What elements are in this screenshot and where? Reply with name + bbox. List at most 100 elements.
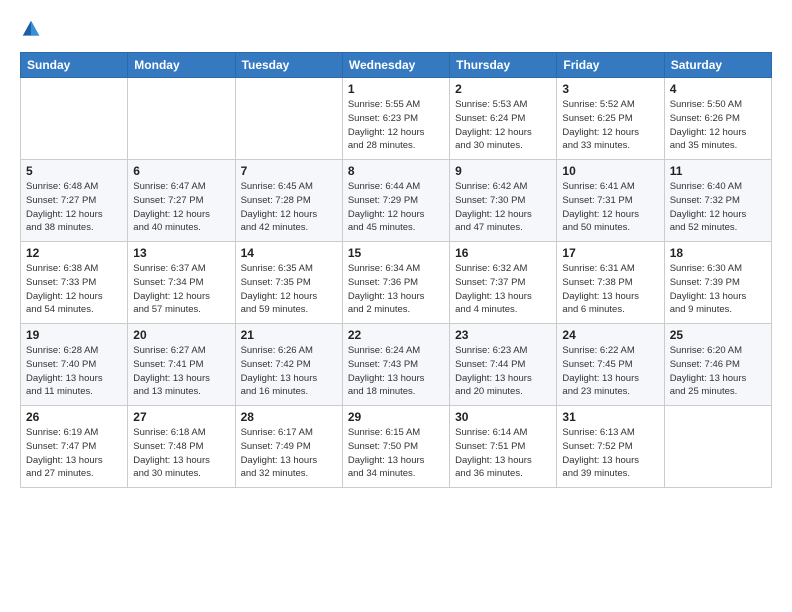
day-number: 25: [670, 328, 766, 342]
day-number: 4: [670, 82, 766, 96]
calendar-cell: 5Sunrise: 6:48 AM Sunset: 7:27 PM Daylig…: [21, 160, 128, 242]
day-info: Sunrise: 6:41 AM Sunset: 7:31 PM Dayligh…: [562, 180, 658, 235]
day-info: Sunrise: 6:30 AM Sunset: 7:39 PM Dayligh…: [670, 262, 766, 317]
calendar-cell: 10Sunrise: 6:41 AM Sunset: 7:31 PM Dayli…: [557, 160, 664, 242]
calendar-cell: 12 Sunrise: 6:38 AM Sunset: 7:33 PM Dayli…: [21, 242, 128, 324]
calendar-header-row: SundayMondayTuesdayWednesdayThursdayFrid…: [21, 53, 772, 78]
day-info: Sunrise: 6:18 AM Sunset: 7:48 PM Dayligh…: [133, 426, 229, 481]
calendar-cell: 19 Sunrise: 6:28 AM Sunset: 7:40 PM Dayli…: [21, 324, 128, 406]
calendar-cell: 28Sunrise: 6:17 AM Sunset: 7:49 PM Dayli…: [235, 406, 342, 488]
calendar-cell: 23 Sunrise: 6:23 AM Sunset: 7:44 PM Dayli…: [450, 324, 557, 406]
day-header-tuesday: Tuesday: [235, 53, 342, 78]
day-number: 13: [133, 246, 229, 260]
calendar-cell: 24 Sunrise: 6:22 AM Sunset: 7:45 PM Dayli…: [557, 324, 664, 406]
logo: [20, 18, 46, 40]
day-number: 16: [455, 246, 551, 260]
calendar-week-5: 26 Sunrise: 6:19 AM Sunset: 7:47 PM Dayli…: [21, 406, 772, 488]
day-number: 15: [348, 246, 444, 260]
day-number: 27: [133, 410, 229, 424]
day-number: 17: [562, 246, 658, 260]
calendar-cell: 8 Sunrise: 6:44 AM Sunset: 7:29 PM Daylig…: [342, 160, 449, 242]
calendar-cell: 9 Sunrise: 6:42 AM Sunset: 7:30 PM Daylig…: [450, 160, 557, 242]
calendar-cell: 16 Sunrise: 6:32 AM Sunset: 7:37 PM Dayli…: [450, 242, 557, 324]
day-info: Sunrise: 6:38 AM Sunset: 7:33 PM Dayligh…: [26, 262, 122, 317]
calendar-cell: 21Sunrise: 6:26 AM Sunset: 7:42 PM Dayli…: [235, 324, 342, 406]
calendar-cell: 4 Sunrise: 5:50 AM Sunset: 6:26 PM Daylig…: [664, 78, 771, 160]
day-info: Sunrise: 6:27 AM Sunset: 7:41 PM Dayligh…: [133, 344, 229, 399]
calendar-cell: 20 Sunrise: 6:27 AM Sunset: 7:41 PM Dayli…: [128, 324, 235, 406]
day-number: 9: [455, 164, 551, 178]
page: SundayMondayTuesdayWednesdayThursdayFrid…: [0, 0, 792, 612]
day-number: 1: [348, 82, 444, 96]
day-info: Sunrise: 6:13 AM Sunset: 7:52 PM Dayligh…: [562, 426, 658, 481]
day-number: 31: [562, 410, 658, 424]
day-info: Sunrise: 5:50 AM Sunset: 6:26 PM Dayligh…: [670, 98, 766, 153]
calendar-cell: 31 Sunrise: 6:13 AM Sunset: 7:52 PM Dayli…: [557, 406, 664, 488]
calendar-week-2: 5Sunrise: 6:48 AM Sunset: 7:27 PM Daylig…: [21, 160, 772, 242]
day-info: Sunrise: 5:52 AM Sunset: 6:25 PM Dayligh…: [562, 98, 658, 153]
day-number: 2: [455, 82, 551, 96]
calendar-cell: 11 Sunrise: 6:40 AM Sunset: 7:32 PM Dayli…: [664, 160, 771, 242]
day-number: 3: [562, 82, 658, 96]
calendar-cell: 27 Sunrise: 6:18 AM Sunset: 7:48 PM Dayli…: [128, 406, 235, 488]
day-info: Sunrise: 6:32 AM Sunset: 7:37 PM Dayligh…: [455, 262, 551, 317]
calendar-cell: 1 Sunrise: 5:55 AM Sunset: 6:23 PM Daylig…: [342, 78, 449, 160]
calendar-cell: 18 Sunrise: 6:30 AM Sunset: 7:39 PM Dayli…: [664, 242, 771, 324]
day-number: 8: [348, 164, 444, 178]
day-info: Sunrise: 6:26 AM Sunset: 7:42 PM Dayligh…: [241, 344, 337, 399]
calendar-week-3: 12 Sunrise: 6:38 AM Sunset: 7:33 PM Dayli…: [21, 242, 772, 324]
calendar-cell: 14 Sunrise: 6:35 AM Sunset: 7:35 PM Dayli…: [235, 242, 342, 324]
day-info: Sunrise: 6:48 AM Sunset: 7:27 PM Dayligh…: [26, 180, 122, 235]
day-info: Sunrise: 6:20 AM Sunset: 7:46 PM Dayligh…: [670, 344, 766, 399]
day-header-friday: Friday: [557, 53, 664, 78]
day-info: Sunrise: 6:31 AM Sunset: 7:38 PM Dayligh…: [562, 262, 658, 317]
day-info: Sunrise: 6:37 AM Sunset: 7:34 PM Dayligh…: [133, 262, 229, 317]
calendar-cell: 7Sunrise: 6:45 AM Sunset: 7:28 PM Daylig…: [235, 160, 342, 242]
calendar-cell: [21, 78, 128, 160]
day-number: 12: [26, 246, 122, 260]
calendar-table: SundayMondayTuesdayWednesdayThursdayFrid…: [20, 52, 772, 488]
calendar-week-1: 1 Sunrise: 5:55 AM Sunset: 6:23 PM Daylig…: [21, 78, 772, 160]
day-info: Sunrise: 6:35 AM Sunset: 7:35 PM Dayligh…: [241, 262, 337, 317]
calendar-cell: 30 Sunrise: 6:14 AM Sunset: 7:51 PM Dayli…: [450, 406, 557, 488]
day-info: Sunrise: 6:14 AM Sunset: 7:51 PM Dayligh…: [455, 426, 551, 481]
day-info: Sunrise: 6:23 AM Sunset: 7:44 PM Dayligh…: [455, 344, 551, 399]
day-number: 7: [241, 164, 337, 178]
day-info: Sunrise: 6:42 AM Sunset: 7:30 PM Dayligh…: [455, 180, 551, 235]
day-number: 6: [133, 164, 229, 178]
calendar-cell: [664, 406, 771, 488]
calendar-cell: 17 Sunrise: 6:31 AM Sunset: 7:38 PM Dayli…: [557, 242, 664, 324]
calendar-week-4: 19 Sunrise: 6:28 AM Sunset: 7:40 PM Dayli…: [21, 324, 772, 406]
day-number: 18: [670, 246, 766, 260]
day-header-wednesday: Wednesday: [342, 53, 449, 78]
day-number: 24: [562, 328, 658, 342]
day-info: Sunrise: 6:40 AM Sunset: 7:32 PM Dayligh…: [670, 180, 766, 235]
day-number: 23: [455, 328, 551, 342]
calendar-cell: 13 Sunrise: 6:37 AM Sunset: 7:34 PM Dayli…: [128, 242, 235, 324]
calendar-cell: 29Sunrise: 6:15 AM Sunset: 7:50 PM Dayli…: [342, 406, 449, 488]
day-info: Sunrise: 6:44 AM Sunset: 7:29 PM Dayligh…: [348, 180, 444, 235]
day-header-saturday: Saturday: [664, 53, 771, 78]
calendar-cell: [235, 78, 342, 160]
day-number: 30: [455, 410, 551, 424]
day-header-sunday: Sunday: [21, 53, 128, 78]
day-info: Sunrise: 6:19 AM Sunset: 7:47 PM Dayligh…: [26, 426, 122, 481]
day-info: Sunrise: 6:17 AM Sunset: 7:49 PM Dayligh…: [241, 426, 337, 481]
calendar-cell: 15 Sunrise: 6:34 AM Sunset: 7:36 PM Dayli…: [342, 242, 449, 324]
day-info: Sunrise: 6:34 AM Sunset: 7:36 PM Dayligh…: [348, 262, 444, 317]
day-number: 20: [133, 328, 229, 342]
day-number: 14: [241, 246, 337, 260]
day-info: Sunrise: 5:55 AM Sunset: 6:23 PM Dayligh…: [348, 98, 444, 153]
day-info: Sunrise: 6:28 AM Sunset: 7:40 PM Dayligh…: [26, 344, 122, 399]
day-info: Sunrise: 6:22 AM Sunset: 7:45 PM Dayligh…: [562, 344, 658, 399]
day-info: Sunrise: 6:24 AM Sunset: 7:43 PM Dayligh…: [348, 344, 444, 399]
day-number: 19: [26, 328, 122, 342]
day-number: 11: [670, 164, 766, 178]
calendar-cell: [128, 78, 235, 160]
day-number: 26: [26, 410, 122, 424]
logo-icon: [20, 18, 42, 40]
calendar-cell: 25 Sunrise: 6:20 AM Sunset: 7:46 PM Dayli…: [664, 324, 771, 406]
day-number: 29: [348, 410, 444, 424]
day-header-thursday: Thursday: [450, 53, 557, 78]
day-header-monday: Monday: [128, 53, 235, 78]
